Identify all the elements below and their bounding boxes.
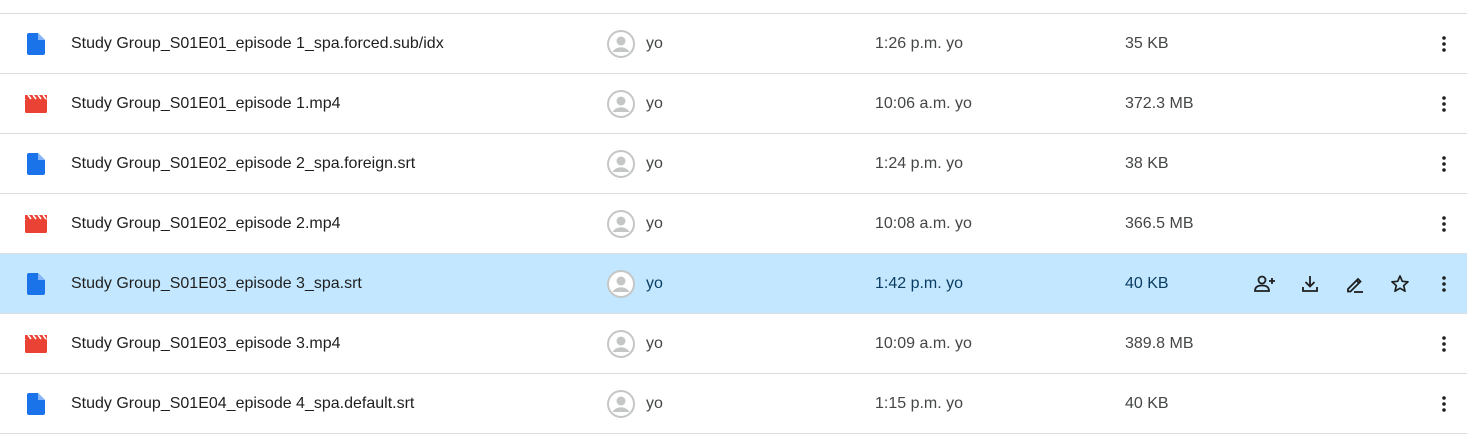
file-row[interactable]: Study Group_S01E01_episode 1.mp4 yo 10:06 … (0, 74, 1467, 134)
more-vert-icon (1442, 335, 1446, 352)
owner: yo (607, 314, 663, 373)
file-size: 38 KB (1125, 154, 1169, 172)
file-row[interactable]: Study Group_S01E02_episode 2_spa.foreign… (0, 134, 1467, 194)
last-modified: 10:08 a.m. yo (875, 214, 972, 232)
rename-pencil-icon (1345, 274, 1365, 294)
file-list: Study Group_S01E01_episode 1_spa.forced.… (0, 13, 1467, 434)
file-size: 366.5 MB (1125, 214, 1194, 232)
owner-name: yo (646, 394, 663, 412)
file-size: 389.8 MB (1125, 334, 1194, 352)
more-vert-icon (1442, 35, 1446, 52)
file-row[interactable]: Study Group_S01E02_episode 2.mp4 yo 10:08 … (0, 194, 1467, 254)
more-actions-button[interactable] (1430, 314, 1458, 373)
more-actions-button[interactable] (1430, 74, 1458, 133)
owner: yo (607, 74, 663, 133)
avatar (607, 209, 635, 238)
download-button[interactable] (1295, 269, 1325, 299)
more-actions-button[interactable] (1430, 14, 1458, 73)
video-icon (25, 74, 47, 133)
file-name[interactable]: Study Group_S01E04_episode 4_spa.default… (71, 374, 414, 433)
more-actions-button[interactable] (1430, 134, 1458, 193)
owner: yo (607, 254, 663, 313)
more-actions-button[interactable] (1430, 374, 1458, 433)
owner: yo (607, 374, 663, 433)
more-vert-icon (1442, 155, 1446, 172)
owner: yo (607, 134, 663, 193)
file-name[interactable]: Study Group_S01E02_episode 2_spa.foreign… (71, 134, 415, 193)
more-vert-icon (1442, 95, 1446, 112)
last-modified: 1:42 p.m. yo (875, 274, 964, 292)
avatar (607, 89, 635, 118)
avatar (607, 269, 635, 298)
owner-name: yo (646, 94, 663, 112)
avatar (607, 329, 635, 358)
last-modified: 1:15 p.m. yo (875, 394, 964, 412)
download-icon (1301, 274, 1319, 294)
star-icon (1390, 274, 1410, 294)
add-person-icon (1254, 274, 1276, 294)
file-name[interactable]: Study Group_S01E01_episode 1.mp4 (71, 74, 341, 133)
last-modified: 10:06 a.m. yo (875, 94, 972, 112)
avatar (607, 29, 635, 58)
avatar (607, 389, 635, 418)
star-button[interactable] (1385, 269, 1415, 299)
owner: yo (607, 194, 663, 253)
owner-name: yo (646, 154, 663, 172)
last-modified: 1:26 p.m. yo (875, 34, 964, 52)
file-name[interactable]: Study Group_S01E02_episode 2.mp4 (71, 194, 341, 253)
video-icon (25, 194, 47, 253)
file-size: 35 KB (1125, 34, 1169, 52)
more-actions-button[interactable] (1430, 194, 1458, 253)
file-row[interactable]: Study Group_S01E04_episode 4_spa.default… (0, 374, 1467, 434)
file-name[interactable]: Study Group_S01E01_episode 1_spa.forced.… (71, 14, 444, 73)
last-modified: 10:09 a.m. yo (875, 334, 972, 352)
owner-name: yo (646, 334, 663, 352)
more-actions-button[interactable] (1430, 254, 1458, 313)
doc-icon (25, 14, 47, 73)
file-size: 40 KB (1125, 274, 1169, 292)
file-row[interactable]: Study Group_S01E03_episode 3.mp4 yo 10:09 … (0, 314, 1467, 374)
row-actions (1250, 254, 1430, 313)
file-size: 40 KB (1125, 394, 1169, 412)
file-name[interactable]: Study Group_S01E03_episode 3.mp4 (71, 314, 341, 373)
doc-icon (25, 374, 47, 433)
rename-pencil-button[interactable] (1340, 269, 1370, 299)
last-modified: 1:24 p.m. yo (875, 154, 964, 172)
more-vert-icon (1442, 395, 1446, 412)
owner: yo (607, 14, 663, 73)
owner-name: yo (646, 214, 663, 232)
owner-name: yo (646, 274, 663, 292)
more-vert-icon (1442, 215, 1446, 232)
add-person-button[interactable] (1250, 269, 1280, 299)
file-name[interactable]: Study Group_S01E03_episode 3_spa.srt (71, 254, 362, 313)
owner-name: yo (646, 34, 663, 52)
doc-icon (25, 254, 47, 313)
avatar (607, 149, 635, 178)
file-size: 372.3 MB (1125, 94, 1194, 112)
doc-icon (25, 134, 47, 193)
file-row[interactable]: Study Group_S01E03_episode 3_spa.srt yo 1:… (0, 254, 1467, 314)
more-vert-icon (1442, 275, 1446, 292)
video-icon (25, 314, 47, 373)
file-row[interactable]: Study Group_S01E01_episode 1_spa.forced.… (0, 14, 1467, 74)
